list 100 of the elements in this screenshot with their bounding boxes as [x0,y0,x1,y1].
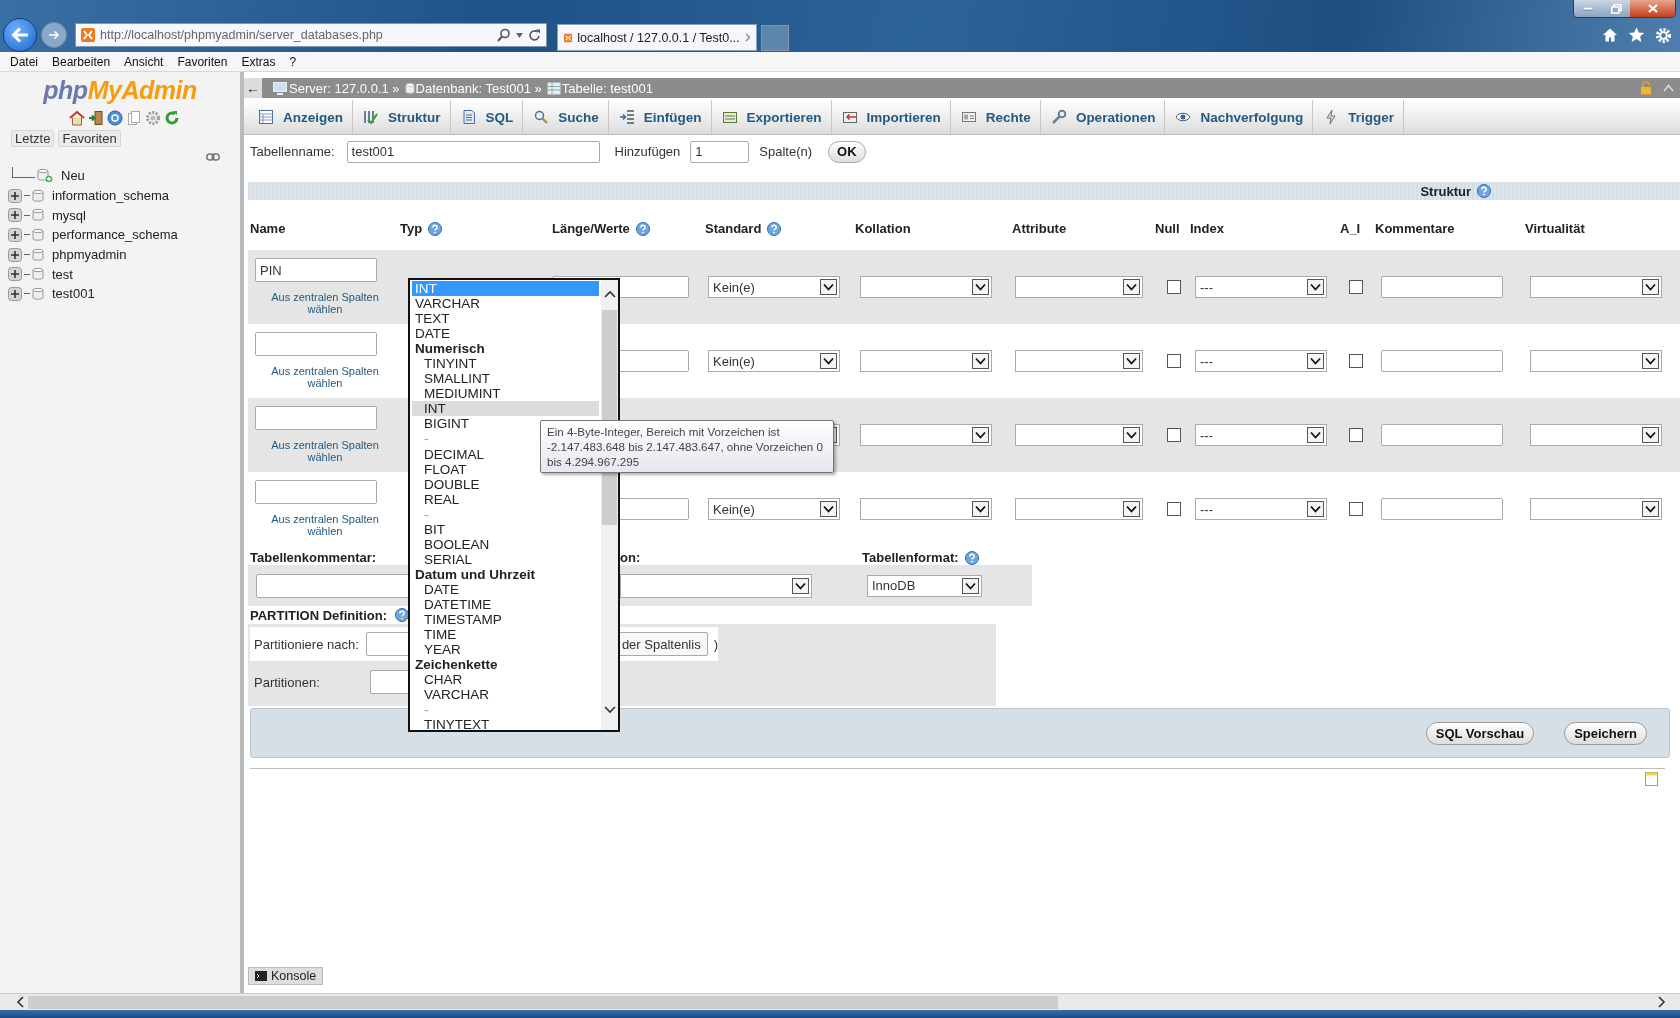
comment-input[interactable] [1381,424,1503,446]
type-option[interactable]: DATE [412,581,599,597]
nav-tab[interactable]: SQL [450,100,524,134]
type-option[interactable]: SERIAL [412,551,599,567]
index-select[interactable]: --- [1195,424,1327,446]
type-option[interactable]: BIT [412,521,599,537]
menu-item[interactable]: Datei [3,54,45,69]
refresh-icon[interactable] [528,28,541,42]
virtuality-select[interactable] [1530,276,1662,298]
central-columns-link[interactable]: Aus zentralen Spalten wählen [262,365,388,389]
chevron-left-icon[interactable] [16,996,24,1008]
expand-icon[interactable] [8,227,22,242]
sidebar-tab-button[interactable]: Favoriten [58,130,121,147]
nav-tab[interactable]: Trigger [1313,100,1404,134]
type-option[interactable]: BOOLEAN [412,536,599,552]
attribute-select[interactable] [1015,276,1143,298]
address-bar[interactable]: http://localhost/phpmyadmin/server_databases.php [75,23,547,47]
expand-icon[interactable] [8,208,22,223]
menu-item[interactable]: Favoriten [170,54,235,69]
collation-select[interactable] [860,424,992,446]
central-columns-link[interactable]: Aus zentralen Spalten wählen [262,439,388,463]
search-icon[interactable] [497,28,511,42]
nav-tab[interactable]: Exportieren [711,100,832,134]
auto-increment-checkbox[interactable] [1349,354,1363,368]
index-select[interactable]: --- [1195,350,1327,372]
tree-item[interactable]: test [52,266,73,282]
home-icon[interactable] [68,110,85,126]
virtuality-select[interactable] [1530,498,1662,520]
nav-tab[interactable]: Struktur [353,100,451,134]
action-button[interactable]: SQL Vorschau [1425,721,1535,745]
menu-item[interactable]: Ansicht [117,54,171,69]
menu-item[interactable]: Bearbeiten [45,54,118,69]
auto-increment-checkbox[interactable] [1349,502,1363,516]
central-columns-link[interactable]: Aus zentralen Spalten wählen [262,291,388,315]
chevron-down-icon[interactable] [603,706,616,714]
reload-icon[interactable] [163,110,180,126]
nav-tab[interactable]: Nachverfolgung [1165,100,1314,134]
collation-select[interactable] [860,276,992,298]
virtuality-select[interactable] [1530,424,1662,446]
auto-increment-checkbox[interactable] [1349,428,1363,442]
home-icon[interactable] [1602,27,1618,43]
index-select[interactable]: --- [1195,276,1327,298]
type-option[interactable]: SMALLINT [412,371,599,387]
null-checkbox[interactable] [1167,428,1181,442]
collation-select[interactable] [860,498,992,520]
forward-button[interactable] [41,22,67,48]
type-option[interactable]: TIME [412,627,599,643]
exit-door-icon[interactable] [87,110,104,126]
type-option[interactable]: TIMESTAMP [412,612,599,628]
horizontal-scrollbar[interactable] [0,993,1680,1010]
collapse-sidebar-button[interactable]: ← [244,78,262,98]
column-count-input[interactable]: 1 [690,140,750,163]
chevron-up-icon[interactable] [603,290,616,298]
comment-input[interactable] [1381,498,1503,520]
null-checkbox[interactable] [1167,354,1181,368]
type-option[interactable]: DOUBLE [412,476,599,492]
type-option[interactable]: TEXT [412,311,599,327]
collation-select[interactable] [860,350,992,372]
nav-tab[interactable]: Rechte [950,100,1041,134]
comment-input[interactable] [1381,350,1503,372]
note-icon[interactable] [1645,772,1658,786]
nav-tab[interactable]: Operationen [1040,100,1166,134]
caret-icon[interactable] [516,32,523,38]
attribute-select[interactable] [1015,498,1143,520]
browser-tab[interactable]: localhost / 127.0.0.1 / Test0... [557,24,757,51]
back-button[interactable] [3,18,37,52]
type-option[interactable]: INT [412,401,599,417]
index-select[interactable]: --- [1195,498,1327,520]
nav-tab[interactable]: Einfügen [608,100,712,134]
auto-increment-checkbox[interactable] [1349,280,1363,294]
column-name-input[interactable] [255,332,377,356]
scrollbar-thumb[interactable] [28,995,1058,1009]
console-tab[interactable]: Konsole [248,967,324,985]
attribute-select[interactable] [1015,350,1143,372]
nav-tab[interactable]: Importieren [831,100,951,134]
nav-tab[interactable]: Anzeigen [248,100,353,134]
chevron-right-icon[interactable] [1658,996,1666,1008]
tree-item[interactable]: information_schema [52,188,170,204]
action-button[interactable]: Speichern [1564,721,1647,745]
central-columns-link[interactable]: Aus zentralen Spalten wählen [262,513,388,537]
sidebar-tab-button[interactable]: Letzte [11,130,55,147]
default-select[interactable]: Kein(e) [708,498,840,520]
type-option[interactable]: VARCHAR [412,296,599,312]
nav-tab[interactable]: Suche [523,100,609,134]
type-option[interactable]: VARCHAR [412,687,599,703]
ok-button[interactable]: OK [828,140,866,163]
table-name-input[interactable]: test001 [346,140,600,163]
default-select[interactable]: Kein(e) [708,276,840,298]
logo[interactable]: phpMyAdmin [41,76,199,105]
virtuality-select[interactable] [1530,350,1662,372]
type-option[interactable]: CHAR [412,672,599,688]
close-button[interactable] [1630,0,1675,17]
type-option[interactable]: DATETIME [412,597,599,613]
null-checkbox[interactable] [1167,280,1181,294]
type-option[interactable]: TINYINT [412,356,599,372]
type-option[interactable]: REAL [412,491,599,507]
type-option[interactable]: MEDIUMINT [412,386,599,402]
expand-icon[interactable] [8,286,22,301]
column-name-input[interactable] [255,480,377,504]
column-name-input[interactable]: PIN [255,258,377,282]
